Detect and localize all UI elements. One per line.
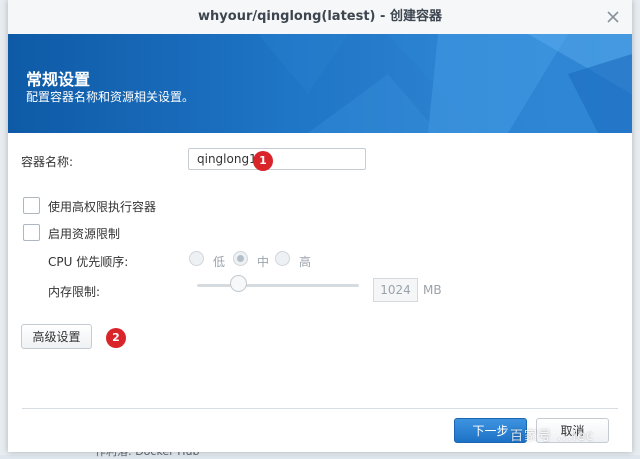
cpu-priority-high-label: 高 bbox=[299, 255, 312, 269]
cpu-priority-low-label: 低 bbox=[213, 255, 226, 269]
banner-subtitle: 配置容器名称和资源相关设置。 bbox=[26, 90, 195, 104]
watermark-text: 百家号 ...lec bbox=[510, 429, 595, 444]
create-container-dialog: whyour/qinglong(latest) - 创建容器 常规设置 配置容器… bbox=[8, 0, 632, 452]
banner-pattern bbox=[258, 34, 632, 133]
cpu-priority-low-radio[interactable] bbox=[189, 251, 204, 266]
advanced-settings-button[interactable]: 高级设置 bbox=[21, 324, 92, 349]
dialog-title: whyour/qinglong(latest) - 创建容器 bbox=[198, 9, 442, 24]
memory-value-input[interactable] bbox=[373, 278, 418, 302]
cpu-priority-label: CPU 优先顺序: bbox=[48, 255, 129, 269]
footer-divider bbox=[22, 408, 618, 409]
cpu-priority-high-radio[interactable] bbox=[275, 251, 290, 266]
memory-slider-track[interactable] bbox=[197, 284, 359, 287]
annotation-badge-2: 2 bbox=[106, 328, 126, 348]
close-icon[interactable] bbox=[604, 8, 622, 26]
dialog-titlebar: whyour/qinglong(latest) - 创建容器 bbox=[8, 0, 632, 35]
container-name-label: 容器名称: bbox=[21, 155, 74, 169]
banner-title: 常规设置 bbox=[26, 70, 91, 89]
resource-limit-label: 启用资源限制 bbox=[48, 227, 121, 241]
cpu-priority-medium-radio[interactable] bbox=[233, 251, 248, 266]
container-name-input[interactable] bbox=[188, 148, 366, 170]
cpu-priority-medium-label: 中 bbox=[257, 255, 270, 269]
header-banner: 常规设置 配置容器名称和资源相关设置。 bbox=[8, 34, 632, 133]
memory-slider-thumb[interactable] bbox=[230, 275, 247, 292]
privileged-label: 使用高权限执行容器 bbox=[48, 200, 157, 214]
memory-unit-label: MB bbox=[423, 283, 442, 297]
annotation-badge-1: 1 bbox=[253, 151, 273, 171]
memory-limit-label: 内存限制: bbox=[48, 285, 101, 299]
privileged-checkbox[interactable] bbox=[23, 197, 40, 214]
resource-limit-checkbox[interactable] bbox=[23, 224, 40, 241]
